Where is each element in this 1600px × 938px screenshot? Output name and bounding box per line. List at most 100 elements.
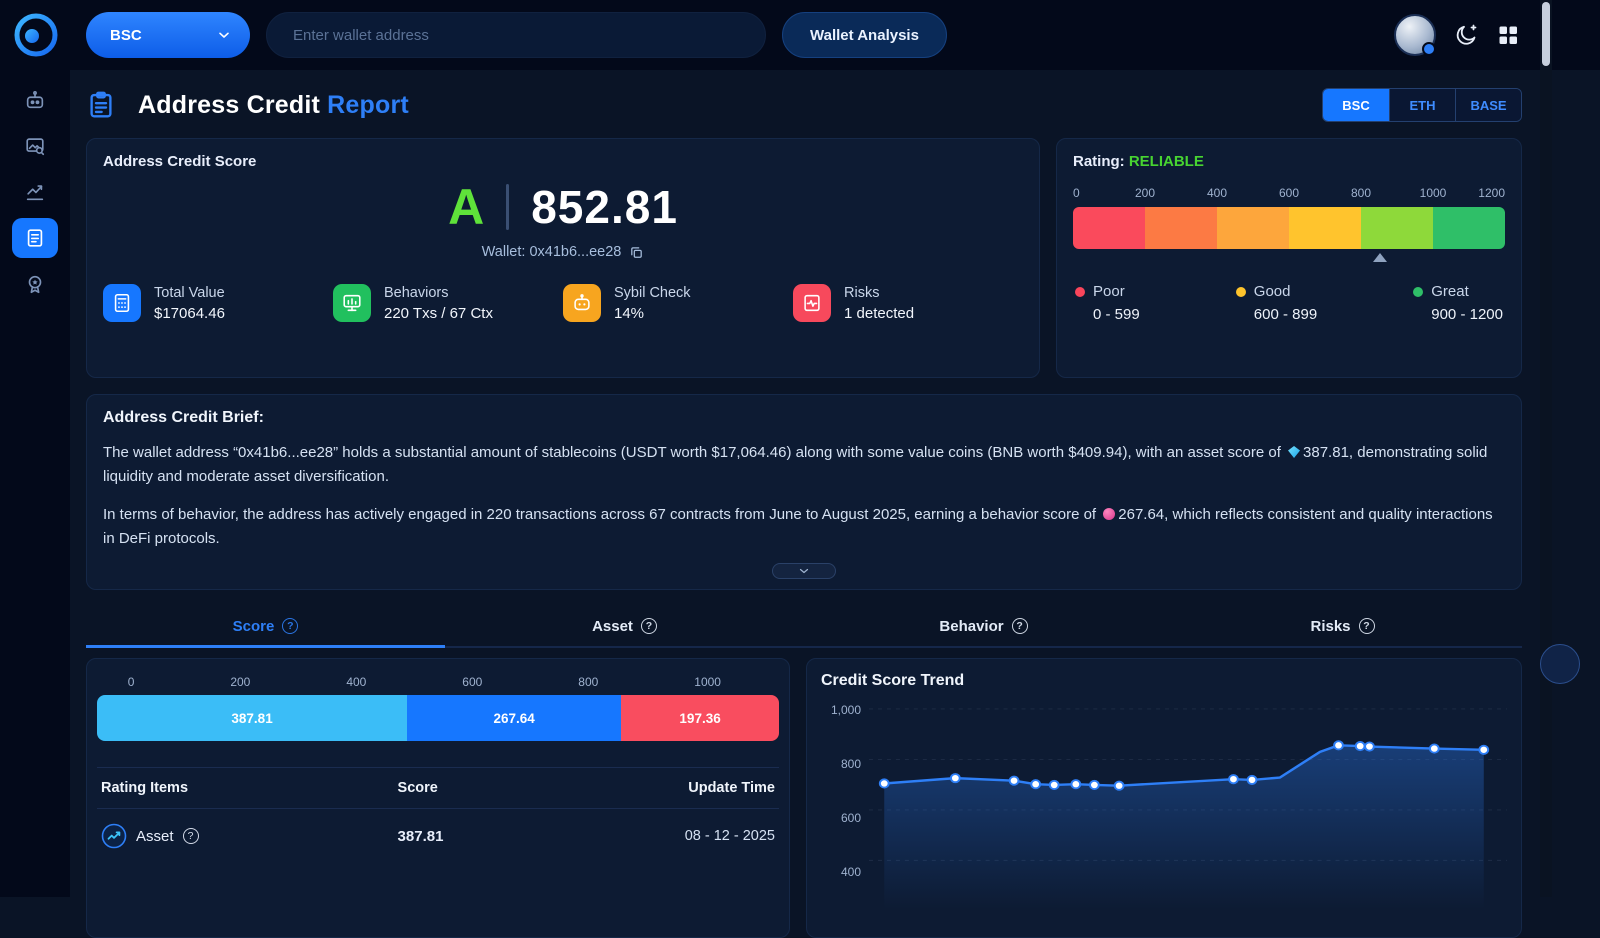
- rating-scale-ticks: 0 200 400 600 800 1000 1200: [1073, 186, 1505, 201]
- metric-label: Total Value: [154, 284, 225, 301]
- table-header: Rating Items Score Update Time: [97, 767, 779, 809]
- network-toggle-group: BSC ETH BASE: [1322, 88, 1522, 122]
- rating-scale-tick: 600: [1278, 186, 1300, 200]
- tab-score[interactable]: Score: [86, 606, 445, 648]
- rating-scale-tick: 800: [1350, 186, 1371, 200]
- copy-icon[interactable]: [629, 245, 644, 260]
- legend-dot: [1235, 286, 1246, 297]
- tab-content-row: 0 200 400 600 800 1000 387.81 267.64 197.36 Rat…: [86, 658, 1522, 938]
- brief-title: Address Credit Brief:: [103, 409, 264, 426]
- badge-icon: [28, 275, 42, 294]
- metric-risks: Risks 1 detected: [793, 284, 1023, 322]
- chevron-down-icon: [799, 568, 809, 574]
- trend-y-label: 600: [840, 811, 861, 825]
- brief-expand-row: [103, 563, 1505, 579]
- rating-scale-tick: 0: [1073, 186, 1080, 200]
- wallet-address-line: Wallet: 0x41b6...ee28: [103, 244, 1023, 260]
- sidebar-item-report[interactable]: [12, 218, 58, 258]
- rating-bar-segment: [1145, 207, 1217, 249]
- rating-item-score: 387.81: [397, 827, 444, 845]
- rating-bar-segment: [1361, 207, 1433, 249]
- score-bar-segment: 387.81: [97, 695, 408, 741]
- trend-chart: 1,000 800 600 400: [821, 694, 1507, 909]
- table-row[interactable]: Asset 387.81 08 - 12 - 2025: [97, 809, 779, 863]
- tab-risks[interactable]: Risks: [1163, 606, 1522, 646]
- legend-range: 600 - 899: [1253, 306, 1318, 323]
- trend-y-label: 800: [840, 757, 861, 771]
- legend-range: 900 - 1200: [1431, 306, 1503, 323]
- table-header-cell: Score: [397, 780, 438, 796]
- sidebar-item-stats[interactable]: [12, 172, 58, 212]
- topbar: BSC Wallet Analysis: [0, 0, 1600, 70]
- sidebar-item-badge[interactable]: [12, 264, 58, 304]
- rating-bar-segment: [1433, 207, 1505, 249]
- score-scale-tick: 800: [578, 675, 599, 689]
- brief-paragraph: In terms of behavior, the address has ac…: [103, 506, 1493, 547]
- wallet-address-label: Wallet: 0x41b6...ee28: [481, 244, 622, 260]
- metric-value: 14%: [614, 304, 645, 322]
- wallet-analysis-button[interactable]: Wallet Analysis: [782, 12, 947, 58]
- metric-label: Risks: [844, 284, 880, 301]
- credit-score-trend-panel: Credit Score Trend 1,000 800 600 400: [806, 658, 1522, 938]
- sidebar: [0, 70, 70, 897]
- network-toggle-base[interactable]: BASE: [1455, 89, 1521, 121]
- rating-scale-tick: 1000: [1419, 186, 1447, 200]
- rating-bar-segment: [1073, 207, 1145, 249]
- help-icon[interactable]: [182, 828, 199, 844]
- rating-scale-tick: 200: [1134, 186, 1155, 200]
- sidebar-item-agent[interactable]: [12, 80, 58, 120]
- score-divider: [506, 184, 510, 230]
- summary-cards-row: Address Credit Score A 852.81 Wallet: 0x…: [86, 138, 1522, 378]
- dark-mode-moon-icon[interactable]: [1454, 23, 1478, 47]
- rating-gradient-bar: [1073, 207, 1505, 249]
- score-metrics-row: Total Value $17064.46 Behaviors 220 Txs …: [103, 284, 1023, 322]
- apps-grid-icon[interactable]: [1496, 23, 1520, 47]
- report-icon: [27, 229, 43, 247]
- wallet-address-input[interactable]: [266, 12, 766, 58]
- legend-item-great: Great 900 - 1200: [1413, 283, 1503, 323]
- trend-y-label: 1,000: [830, 703, 861, 717]
- scrollbar-track[interactable]: [1540, 0, 1552, 897]
- network-dropdown[interactable]: BSC: [86, 12, 250, 58]
- avatar[interactable]: [1394, 14, 1436, 56]
- monitor-chart-icon: [333, 284, 371, 322]
- floating-widget-button[interactable]: [1540, 644, 1580, 684]
- tab-asset[interactable]: Asset: [445, 606, 804, 646]
- rating-legend: Poor 0 - 599 Good 600 - 899 Great 900 - …: [1073, 283, 1505, 323]
- metric-value: 220 Txs / 67 Ctx: [384, 304, 493, 322]
- legend-dot: [1413, 286, 1424, 297]
- help-icon[interactable]: [640, 618, 657, 634]
- page-title-accent: Report: [327, 90, 409, 119]
- rating-scale-tick: 400: [1206, 186, 1227, 200]
- legend-label: Poor: [1093, 283, 1125, 300]
- score-display: A 852.81: [103, 182, 1023, 232]
- rating-item-name: Asset: [136, 827, 174, 845]
- main-content: Address Credit Report BSC ETH BASE Addre…: [70, 70, 1540, 938]
- network-toggle-eth[interactable]: ETH: [1389, 89, 1455, 121]
- score-card-title: Address Credit Score: [103, 153, 257, 170]
- trend-line-chart: [869, 708, 1507, 909]
- trend-chart-title: Credit Score Trend: [821, 672, 965, 689]
- metric-value: $17064.46: [154, 304, 225, 322]
- score-stacked-bar: 387.81 267.64 197.36: [97, 695, 779, 741]
- legend-label: Great: [1431, 283, 1469, 300]
- scrollbar-thumb[interactable]: [1542, 2, 1550, 66]
- tab-behavior[interactable]: Behavior: [804, 606, 1163, 646]
- sidebar-item-image-scan[interactable]: [12, 126, 58, 166]
- metric-label: Behaviors: [384, 284, 449, 301]
- score-scale-tick: 0: [127, 675, 135, 689]
- metric-total-value: Total Value $17064.46: [103, 284, 333, 322]
- score-scale-tick: 600: [462, 675, 483, 689]
- diamond-icon: [1288, 446, 1301, 458]
- expand-button[interactable]: [772, 563, 836, 579]
- metric-behaviors: Behaviors 220 Txs / 67 Ctx: [333, 284, 563, 322]
- network-toggle-bsc[interactable]: BSC: [1323, 89, 1389, 121]
- rating-title: Rating: RELIABLE: [1073, 153, 1204, 170]
- score-scale-tick: 1000: [694, 675, 721, 689]
- help-icon[interactable]: [1011, 618, 1028, 634]
- help-icon[interactable]: [282, 618, 299, 634]
- metric-sybil-check: Sybil Check 14%: [563, 284, 793, 322]
- chart-up-icon: [26, 185, 44, 201]
- help-icon[interactable]: [1358, 618, 1375, 634]
- app-logo-icon[interactable]: [12, 11, 60, 59]
